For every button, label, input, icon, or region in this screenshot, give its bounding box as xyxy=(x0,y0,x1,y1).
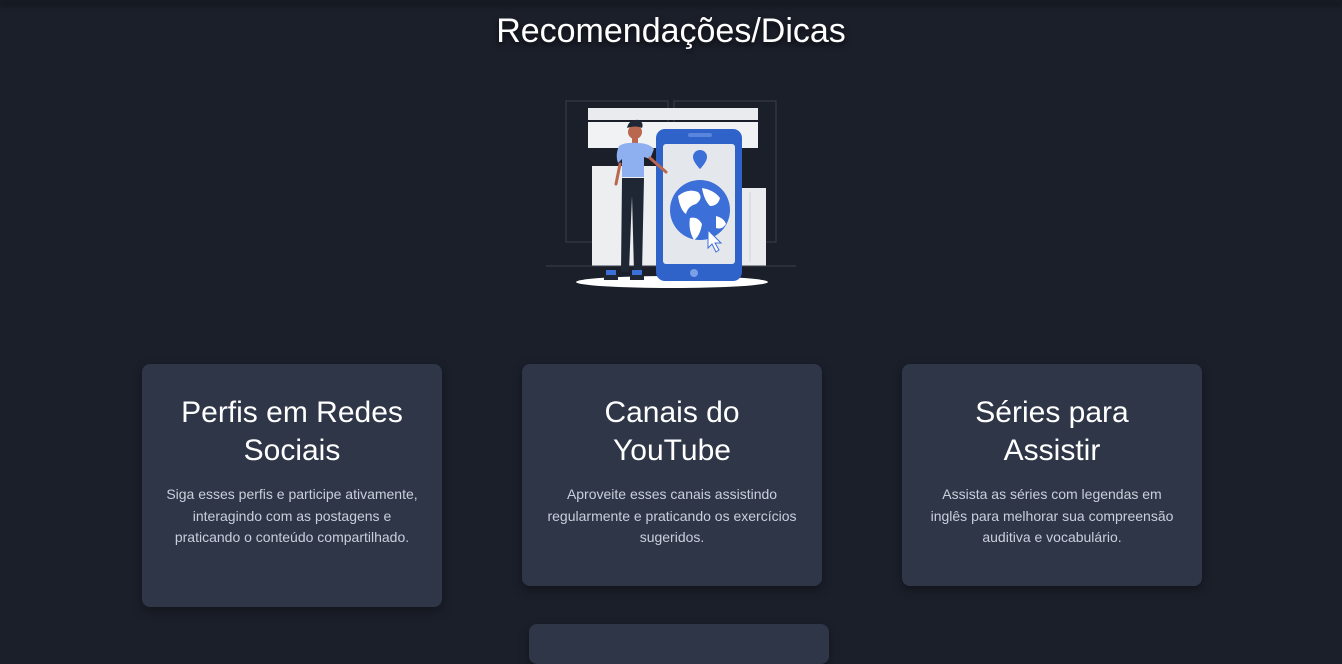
person-with-phone-globe-illustration xyxy=(546,100,796,288)
card-description: Aproveite esses canais assistindo regula… xyxy=(547,486,797,545)
card-series: Séries para Assistir Assista as séries c… xyxy=(902,364,1202,586)
card-title: Perfis em Redes Sociais xyxy=(181,396,403,467)
card-social-profiles: Perfis em Redes Sociais Siga esses perfi… xyxy=(142,364,442,607)
card-description: Assista as séries com legendas em inglês… xyxy=(930,486,1174,545)
top-bar xyxy=(0,0,1342,3)
card-youtube-channels: Canais do YouTube Aproveite esses canais… xyxy=(522,364,822,586)
card-title: Séries para Assistir xyxy=(975,396,1129,467)
card-partial xyxy=(529,624,829,664)
card-description: Siga esses perfis e participe ativamente… xyxy=(166,486,418,545)
card-title: Canais do YouTube xyxy=(604,396,740,467)
page-title: Recomendações/Dicas xyxy=(496,12,846,50)
